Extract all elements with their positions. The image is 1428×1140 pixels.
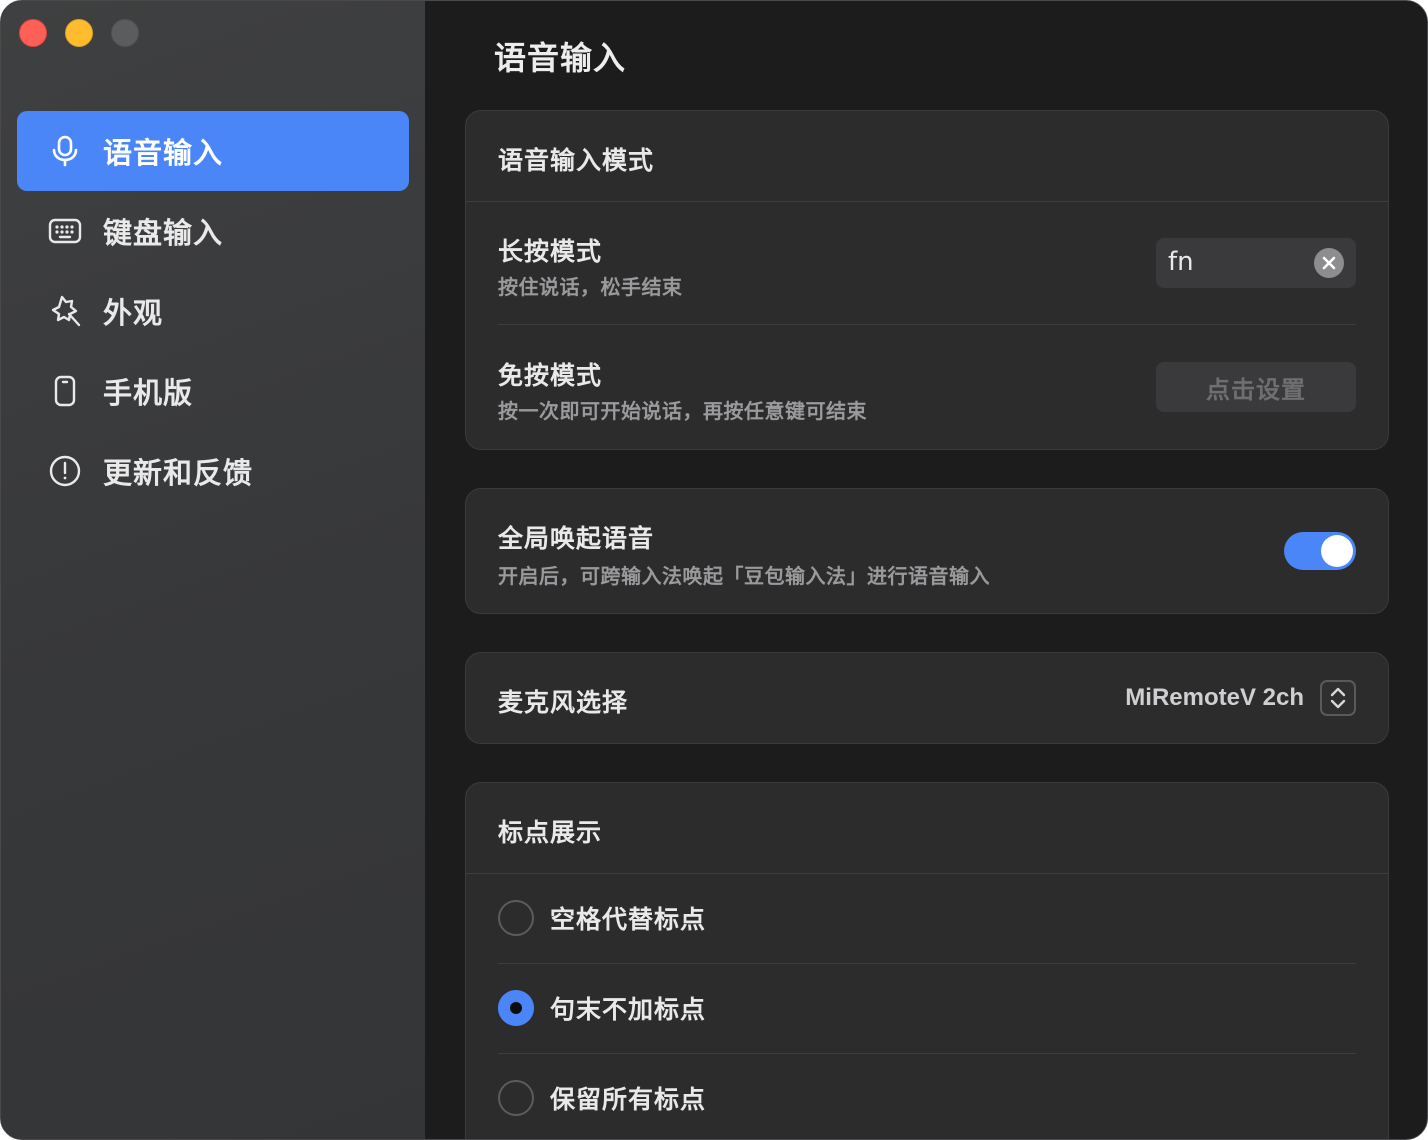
sidebar-item-voice-input[interactable]: 语音输入 — [17, 111, 409, 191]
radio-label: 句末不加标点 — [550, 995, 707, 1024]
keyboard-icon — [47, 213, 83, 249]
window-close-button[interactable] — [19, 19, 47, 47]
handsfree-mode-title: 免按模式 — [498, 361, 603, 390]
sidebar-item-mobile[interactable]: 手机版 — [17, 351, 409, 431]
radio-label: 空格代替标点 — [550, 905, 707, 934]
settings-window: 语音输入 键盘输入 外观 手机版 更新和反馈 语音输入 语音输入模式 长按模式 … — [0, 0, 1428, 1140]
divider — [498, 1053, 1356, 1054]
hold-key-field[interactable]: fn — [1156, 238, 1356, 288]
page-title: 语音输入 — [494, 39, 627, 77]
radio-button[interactable] — [498, 900, 534, 936]
sidebar-item-label: 外观 — [103, 296, 164, 330]
radio-button[interactable] — [498, 1080, 534, 1116]
voice-mode-card: 语音输入模式 长按模式 按住说话，松手结束 fn 免按模式 按一次即可开始说话，… — [465, 110, 1389, 450]
sidebar-item-label: 语音输入 — [103, 136, 224, 170]
window-zoom-button[interactable] — [111, 19, 139, 47]
global-voice-subtitle: 开启后，可跨输入法唤起「豆包输入法」进行语音输入 — [498, 564, 990, 588]
card-header: 语音输入模式 — [498, 146, 655, 175]
window-minimize-button[interactable] — [65, 19, 93, 47]
chevron-up-down-icon — [1330, 687, 1346, 709]
punct-option-no-end[interactable]: 句末不加标点 — [498, 990, 706, 1026]
sidebar-item-label: 更新和反馈 — [103, 456, 254, 490]
microphone-title: 麦克风选择 — [498, 688, 629, 717]
global-voice-card: 全局唤起语音 开启后，可跨输入法唤起「豆包输入法」进行语音输入 — [465, 488, 1389, 614]
punctuation-card: 标点展示 空格代替标点 句末不加标点 保留所有标点 — [465, 782, 1389, 1139]
sidebar-item-label: 手机版 — [103, 376, 194, 410]
radio-label: 保留所有标点 — [550, 1085, 707, 1114]
info-circle-icon — [47, 453, 83, 489]
close-icon — [1322, 256, 1336, 270]
appearance-icon — [47, 293, 83, 329]
punct-option-space[interactable]: 空格代替标点 — [498, 900, 706, 936]
divider — [466, 201, 1388, 202]
clear-key-button[interactable] — [1314, 248, 1344, 278]
divider — [498, 324, 1356, 325]
microphone-select-value[interactable]: MiRemoteV 2ch — [1125, 684, 1304, 712]
hold-mode-title: 长按模式 — [498, 237, 603, 266]
global-voice-toggle[interactable] — [1284, 532, 1356, 570]
hold-mode-subtitle: 按住说话，松手结束 — [498, 275, 683, 299]
phone-icon — [47, 373, 83, 409]
microphone-icon — [47, 133, 83, 169]
microphone-select-stepper[interactable] — [1320, 680, 1356, 716]
card-header: 标点展示 — [498, 818, 603, 847]
handsfree-mode-subtitle: 按一次即可开始说话，再按任意键可结束 — [498, 399, 867, 423]
divider — [498, 963, 1356, 964]
main-content: 语音输入 语音输入模式 长按模式 按住说话，松手结束 fn 免按模式 按一次即可… — [425, 1, 1427, 1139]
radio-button[interactable] — [498, 990, 534, 1026]
divider — [466, 873, 1388, 874]
sidebar-item-appearance[interactable]: 外观 — [17, 271, 409, 351]
sidebar-item-updates-feedback[interactable]: 更新和反馈 — [17, 431, 409, 511]
punct-option-keep-all[interactable]: 保留所有标点 — [498, 1080, 706, 1116]
microphone-card: 麦克风选择 MiRemoteV 2ch — [465, 652, 1389, 744]
global-voice-title: 全局唤起语音 — [498, 524, 655, 553]
sidebar-item-keyboard-input[interactable]: 键盘输入 — [17, 191, 409, 271]
sidebar-item-label: 键盘输入 — [103, 216, 224, 250]
handsfree-setup-button[interactable]: 点击设置 — [1156, 362, 1356, 412]
toggle-knob — [1321, 535, 1353, 567]
sidebar: 语音输入 键盘输入 外观 手机版 更新和反馈 — [1, 1, 425, 1139]
hold-key-value: fn — [1168, 247, 1194, 277]
